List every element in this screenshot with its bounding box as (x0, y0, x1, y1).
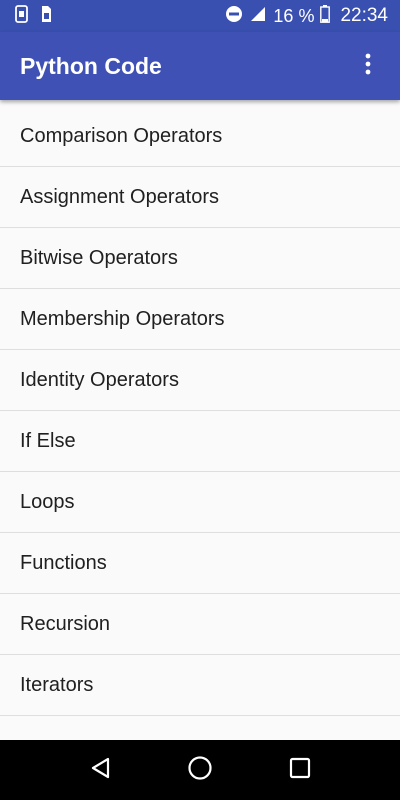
navigation-bar (0, 740, 400, 800)
home-icon (187, 755, 213, 786)
phone-notification-icon (14, 4, 30, 28)
list-item-membership-operators[interactable]: Membership Operators (0, 289, 400, 350)
list-item-assignment-operators[interactable]: Assignment Operators (0, 167, 400, 228)
clock: 22:34 (340, 5, 388, 26)
recents-button[interactable] (280, 750, 320, 790)
list-item-comparison-operators[interactable]: Comparison Operators (0, 106, 400, 167)
list-item-identity-operators[interactable]: Identity Operators (0, 350, 400, 411)
more-options-button[interactable] (356, 46, 380, 86)
app-title: Python Code (20, 52, 162, 79)
sim-icon (40, 5, 52, 28)
home-button[interactable] (180, 750, 220, 790)
do-not-disturb-icon (225, 5, 243, 28)
battery-icon (320, 4, 331, 28)
more-vert-icon (365, 53, 371, 80)
list-item-functions[interactable]: Functions (0, 533, 400, 594)
status-bar: 16 % 22:34 (0, 0, 400, 32)
status-right: 16 % 22:34 (225, 4, 388, 28)
recents-icon (289, 757, 311, 784)
topic-list[interactable]: Comparison Operators Assignment Operator… (0, 106, 400, 740)
list-item-iterators[interactable]: Iterators (0, 655, 400, 716)
signal-icon (249, 5, 267, 28)
status-left (14, 4, 52, 28)
list-item-if-else[interactable]: If Else (0, 411, 400, 472)
list-item-loops[interactable]: Loops (0, 472, 400, 533)
app-bar: Python Code (0, 32, 400, 100)
back-icon (89, 756, 111, 785)
list-item-recursion[interactable]: Recursion (0, 594, 400, 655)
list-item-bitwise-operators[interactable]: Bitwise Operators (0, 228, 400, 289)
back-button[interactable] (80, 750, 120, 790)
battery-percent: 16 % (273, 5, 315, 26)
